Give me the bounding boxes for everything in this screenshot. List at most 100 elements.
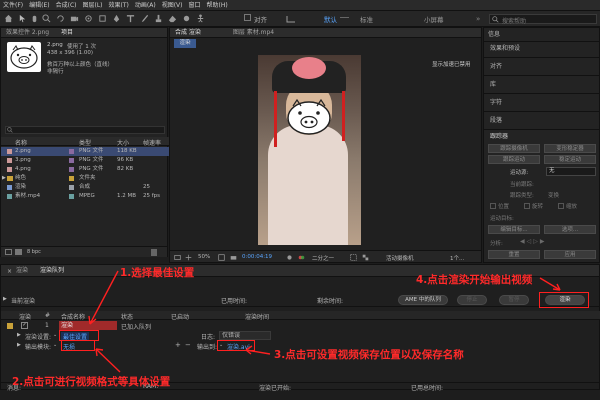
chevron-down-icon[interactable]: ⌄	[53, 342, 57, 348]
menu-file[interactable]: 文件(F)	[0, 0, 26, 10]
track-type-value[interactable]: 变换	[548, 191, 559, 199]
project-row[interactable]: 素材.mp4 MPEG 1.2 MB 25 fps	[1, 192, 169, 201]
magnification-select[interactable]: 50%	[198, 254, 210, 260]
pause-button[interactable]: 暂停	[499, 295, 529, 305]
tab-render-queue[interactable]: 渲染队列	[35, 265, 69, 277]
track-motion-button[interactable]: 跟踪运动	[488, 155, 540, 164]
render-checkbox[interactable]: ✓	[21, 322, 28, 329]
rectangle-tool-icon[interactable]	[98, 14, 107, 23]
remove-output-icon[interactable]: −	[185, 341, 191, 349]
section-align[interactable]: 对齐	[490, 62, 502, 71]
selection-tool-icon[interactable]	[18, 14, 27, 23]
analyze-controls-icon[interactable]: ◀◁▷▶	[520, 238, 546, 245]
clone-stamp-tool-icon[interactable]	[154, 14, 163, 23]
col-started[interactable]: 已启动	[171, 312, 189, 321]
tab-composition[interactable]: 合成 渲染	[170, 28, 206, 38]
fit-icon[interactable]	[218, 254, 225, 261]
workspace-default[interactable]: 默认	[324, 14, 337, 24]
add-output-icon[interactable]: +	[175, 341, 181, 349]
col-render-time[interactable]: 渲染时间	[245, 312, 269, 321]
col-type[interactable]: 类型	[79, 138, 91, 147]
menu-composition[interactable]: 合成(C)	[53, 0, 80, 10]
align-checkbox[interactable]	[244, 14, 251, 21]
scale-checkbox[interactable]	[558, 203, 564, 209]
video-frame[interactable]	[258, 55, 361, 245]
menu-edit[interactable]: 编辑(E)	[26, 0, 52, 10]
hand-tool-icon[interactable]	[30, 14, 39, 23]
chevron-down-icon[interactable]: ⌄	[53, 332, 57, 338]
col-size[interactable]: 大小	[117, 138, 129, 147]
tab-effect-controls[interactable]: 效果控件 2.png	[1, 28, 54, 38]
workspace-overflow-icon[interactable]: »	[476, 15, 480, 23]
project-row[interactable]: 渲染 合成 25	[1, 183, 169, 192]
delete-icon[interactable]	[151, 249, 157, 256]
project-row[interactable]: ▶ 纯色 文件夹	[1, 174, 169, 183]
rotation-checkbox[interactable]	[524, 203, 530, 209]
rotate-tool-icon[interactable]	[56, 14, 65, 23]
project-row[interactable]: 4.png PNG 文件 82 KB	[1, 165, 169, 174]
stop-button[interactable]: 停止	[457, 295, 487, 305]
section-paragraph[interactable]: 段落	[490, 116, 502, 125]
info-panel-header[interactable]: 信息	[488, 30, 500, 39]
roto-brush-tool-icon[interactable]	[182, 14, 191, 23]
reset-button[interactable]: 重置	[488, 250, 540, 259]
workspace-menu-icon[interactable]	[340, 17, 349, 18]
bit-depth[interactable]: 8 bpc	[27, 249, 41, 255]
section-effects-presets[interactable]: 效果和预设	[490, 44, 520, 53]
current-timecode[interactable]: 0:00:04:19	[242, 254, 272, 260]
eraser-tool-icon[interactable]	[168, 14, 177, 23]
interpret-footage-icon[interactable]	[5, 249, 12, 255]
col-name[interactable]: 名称	[15, 138, 27, 147]
brush-tool-icon[interactable]	[140, 14, 149, 23]
views-select[interactable]: 1个...	[450, 254, 464, 262]
pen-tool-icon[interactable]	[112, 14, 121, 23]
menu-animation[interactable]: 动画(A)	[132, 0, 159, 10]
show-snapshot-icon[interactable]	[286, 254, 293, 261]
camera-tool-icon[interactable]	[70, 14, 79, 23]
help-search-box[interactable]: 搜索帮助	[489, 14, 597, 25]
channel-icon[interactable]	[298, 254, 305, 261]
snap-icon[interactable]	[286, 15, 296, 23]
comp-breadcrumb[interactable]: 渲染	[174, 39, 196, 48]
expand-arrow-icon[interactable]: ▶	[3, 296, 7, 302]
expand-arrow-icon[interactable]: ▶	[17, 332, 21, 338]
home-icon[interactable]	[4, 14, 13, 23]
menu-effect[interactable]: 效果(T)	[106, 0, 132, 10]
camera-snapshot-icon[interactable]	[230, 254, 237, 261]
menu-layer[interactable]: 图层(L)	[80, 0, 106, 10]
project-row[interactable]: 2.png PNG 文件 118 KB	[1, 147, 169, 156]
section-character[interactable]: 字符	[490, 98, 502, 107]
log-select[interactable]: 仅错误	[219, 331, 271, 340]
tab-render-timeline[interactable]: 渲染	[11, 265, 33, 277]
options-button[interactable]: 选项...	[544, 225, 596, 234]
track-camera-button[interactable]: 跟踪摄像机	[488, 144, 540, 153]
tab-project[interactable]: 项目	[56, 28, 78, 38]
menu-view[interactable]: 视图(V)	[159, 0, 186, 10]
puppet-tool-icon[interactable]	[196, 14, 205, 23]
transparency-grid-icon[interactable]	[362, 254, 369, 261]
zoom-tool-icon[interactable]	[42, 14, 51, 23]
close-tab-icon[interactable]: ×	[7, 268, 12, 275]
menu-help[interactable]: 帮助(H)	[204, 0, 231, 10]
always-preview-icon[interactable]	[174, 254, 181, 261]
motion-source-select[interactable]: 无	[546, 167, 596, 176]
grid-guides-icon[interactable]	[185, 254, 192, 261]
section-tracker[interactable]: 跟踪器	[490, 132, 508, 141]
region-of-interest-icon[interactable]	[350, 254, 357, 261]
edit-target-button[interactable]: 编辑目标...	[488, 225, 540, 234]
warp-stabilizer-button[interactable]: 变形稳定器	[544, 144, 596, 153]
apply-button[interactable]: 应用	[544, 250, 596, 259]
project-search-input[interactable]	[5, 126, 165, 134]
position-checkbox[interactable]	[490, 203, 496, 209]
stabilize-motion-button[interactable]: 稳定运动	[544, 155, 596, 164]
expand-arrow-icon[interactable]: ▶	[17, 342, 21, 348]
col-status[interactable]: 状态	[121, 312, 133, 321]
expand-arrow-icon[interactable]: ▶	[2, 174, 6, 183]
project-row[interactable]: 3.png PNG 文件 96 KB	[1, 156, 169, 165]
workspace-small-screen[interactable]: 小屏幕	[424, 14, 444, 24]
section-libraries[interactable]: 库	[490, 80, 496, 89]
col-framerate[interactable]: 帧速率	[143, 138, 161, 147]
resolution-select[interactable]: 二分之一	[312, 254, 334, 262]
text-tool-icon[interactable]	[126, 14, 135, 23]
col-render[interactable]: 渲染	[19, 312, 31, 321]
